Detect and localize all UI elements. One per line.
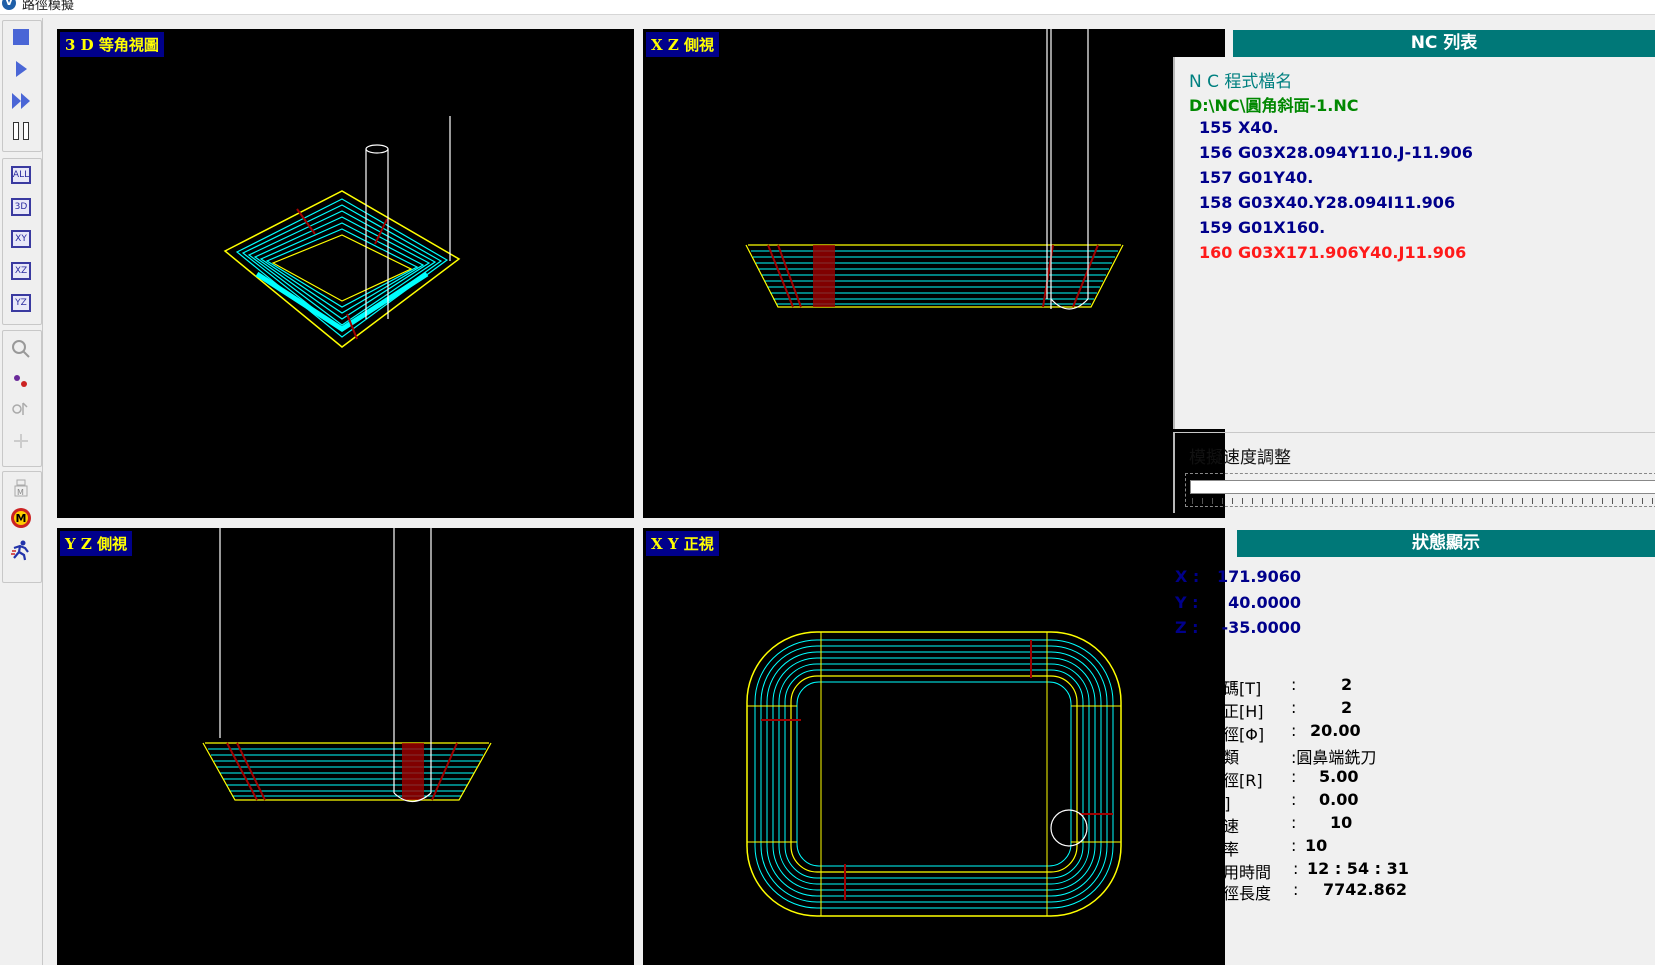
coord-y-value: 40.0000 [1228,593,1301,612]
iso-view-label: 3 D 等角視圖 [60,32,164,57]
nc-file-label: N C 程式檔名 [1189,72,1293,92]
zoom-in-button[interactable] [9,337,33,361]
speed-slider[interactable] [1185,473,1655,507]
nc-line[interactable]: 155 X40. [1199,118,1279,137]
view-yz-button[interactable]: YZ [9,291,33,315]
runner-icon [11,540,29,561]
playback-group [2,20,42,152]
nc-list-header: NC 列表 [1233,30,1655,57]
tool-info-button[interactable]: M [9,476,33,500]
coord-x: X : 171.9060 [1175,567,1375,589]
nc-list[interactable]: N C 程式檔名 D:\NC\圓角斜面-1.NC 155 X40. 156 G0… [1173,57,1655,429]
play-button[interactable] [9,57,33,81]
zoom-group [2,330,42,467]
nc-line[interactable]: 157 G01Y40. [1199,168,1313,187]
window-title: 路徑模擬 [22,0,75,13]
yz-toolpath [202,528,492,803]
view-3d-button[interactable]: 3D [9,195,33,219]
status-panel: X : 171.9060 Y : 40.0000 Z : -35.0000 刀盤… [1175,567,1409,903]
play-icon [15,61,27,77]
run-button[interactable] [9,538,33,562]
pan-button[interactable] [9,397,33,421]
left-toolbar: ALL 3D XY XZ YZ M M [0,18,43,965]
xz-tool [1046,29,1089,310]
xy-toolpath [746,631,1122,917]
view-all-button[interactable]: ALL [9,163,33,187]
svg-text:M: M [17,488,24,497]
pause-icon [13,122,29,140]
yz-tool [219,528,432,803]
app-icon: V [2,0,16,10]
xy-view-label: X Y 正視 [646,531,719,556]
coord-x-value: 171.9060 [1216,567,1301,586]
view-select-group: ALL 3D XY XZ YZ [2,158,42,325]
zoom-window-button[interactable] [9,369,33,393]
magnifier-icon [12,340,30,358]
zoom-window-icon [14,375,27,387]
xz-toolpath [745,29,1124,310]
fast-forward-button[interactable] [9,89,33,113]
fit-button[interactable] [9,429,33,453]
speed-slider-track[interactable] [1190,480,1655,494]
view-xz-button[interactable]: XZ [9,259,33,283]
status-header: 狀態顯示 [1237,530,1655,557]
xz-path-layers [745,244,1124,308]
pause-button[interactable] [9,119,33,143]
speed-slider-ticks [1192,498,1655,504]
speed-panel: 模擬速度調整 [1173,432,1655,513]
tool-icon: M [14,479,28,497]
coord-z-value: -35.0000 [1221,618,1301,637]
yz-view[interactable]: Y Z 側視 [57,528,634,965]
machine-m-icon: M [11,508,31,528]
nc-line[interactable]: 159 G01X160. [1199,218,1325,237]
nc-file-path: D:\NC\圓角斜面-1.NC [1189,96,1359,115]
yz-view-label: Y Z 側視 [60,531,133,556]
nc-line-current[interactable]: 160 G03X171.906Y40.J11.906 [1199,243,1466,262]
coord-z: Z : -35.0000 [1175,618,1375,640]
xy-view[interactable]: X Y 正視 [643,528,1225,965]
fast-forward-icon [12,93,30,109]
xz-view-label: X Z 側視 [646,32,720,57]
view-xy-button[interactable]: XY [9,227,33,251]
nc-line[interactable]: 156 G03X28.094Y110.J-11.906 [1199,143,1473,162]
svg-text:M: M [16,512,27,525]
iso-path-rings [223,190,461,348]
iso-view[interactable]: 3 D 等角視圖 [57,29,634,518]
stop-icon [13,29,29,45]
machine-button[interactable]: M [9,506,33,530]
coord-y: Y : 40.0000 [1175,593,1375,615]
tool-group: M M [2,471,42,583]
stop-button[interactable] [9,25,33,49]
yz-path-layers [202,742,492,801]
xy-path-rings [746,631,1122,917]
speed-label: 模擬速度調整 [1189,448,1291,468]
nc-line[interactable]: 158 G03X40.Y28.094I11.906 [1199,193,1455,212]
xz-view[interactable]: X Z 側視 [643,29,1225,518]
pan-icon [12,402,28,415]
iso-toolpath [223,116,461,348]
xy-tool [1050,809,1088,847]
crosshair-icon [14,434,28,448]
window-titlebar: V 路徑模擬 [0,0,1655,15]
